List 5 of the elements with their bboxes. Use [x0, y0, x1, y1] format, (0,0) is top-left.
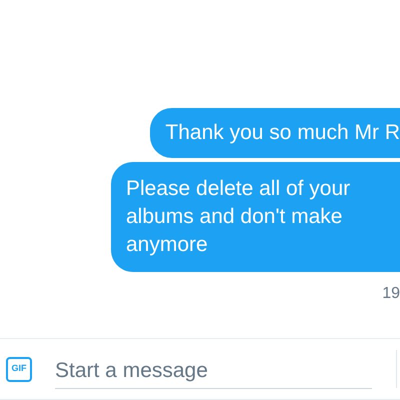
message-bubble: Thank you so much Mr R	[150, 108, 400, 158]
message-input[interactable]: Start a message	[55, 353, 372, 389]
timestamp: 19	[382, 284, 400, 304]
message-bubble: Please delete all of your albums and don't make anymore	[111, 162, 400, 272]
gif-button[interactable]: GIF	[6, 356, 32, 382]
